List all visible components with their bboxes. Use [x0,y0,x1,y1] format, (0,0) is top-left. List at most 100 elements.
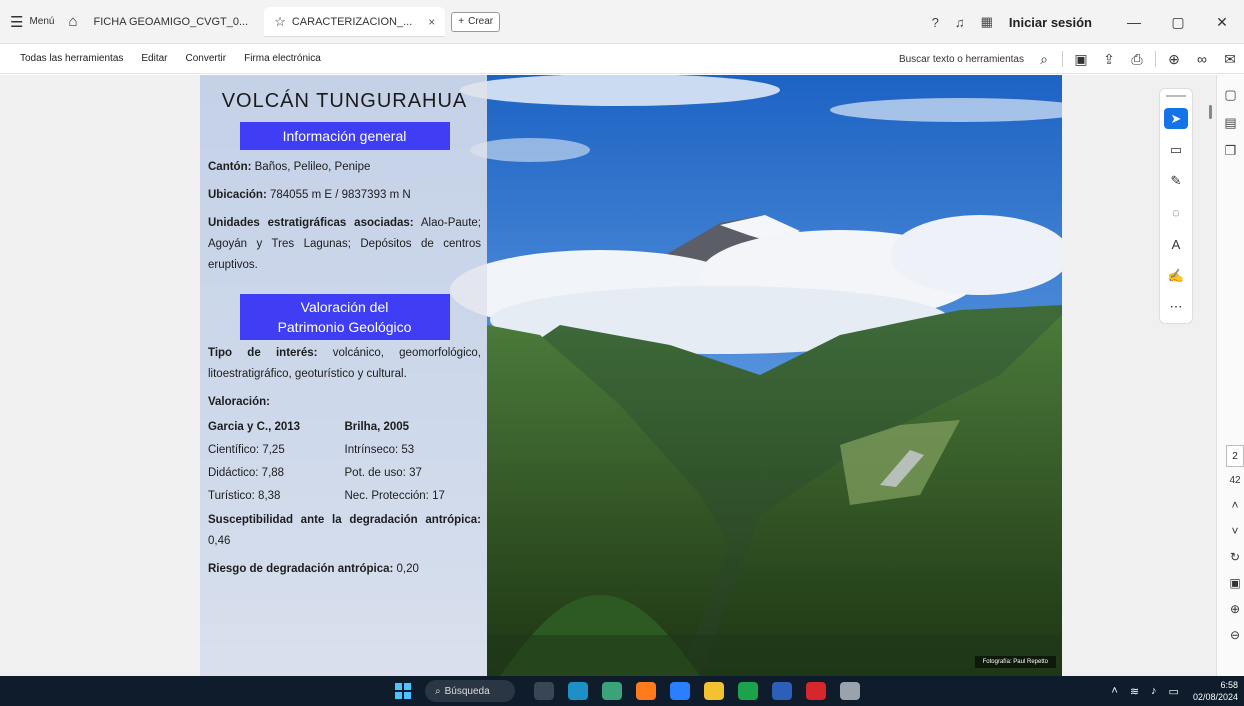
select-cursor-icon[interactable]: ➤ [1164,107,1188,130]
brilha-pot-uso: Pot. de uso: 37 [344,467,422,479]
clock-date: 02/08/2024 [1192,692,1238,702]
susceptibilidad-label: Susceptibilidad ante la degradación antr… [208,514,481,526]
tab-label: CARACTERIZACION_... [291,15,413,28]
document-page: VOLCÁN TUNGURAHUA Información general Ca… [200,75,1062,676]
chevron-up-icon[interactable]: ˄ [1231,498,1238,512]
canton-label: Cantón: [208,161,252,173]
document-title: VOLCÁN TUNGURAHUA [221,90,468,112]
comments-panel-icon[interactable]: ▢ [1224,87,1236,105]
susceptibilidad-value: 0,46 [208,535,231,547]
palette-handle[interactable] [1166,95,1186,97]
search-tools[interactable]: Buscar texto o herramientas [899,54,1024,65]
taskbar-app-icon[interactable] [568,682,588,700]
valoracion-label: Valoración: [208,396,270,408]
taskbar-search-label: Búsqueda [444,685,490,697]
susceptibilidad-row: Susceptibilidad ante la degradación antr… [208,510,481,552]
help-icon[interactable]: ? [932,15,939,30]
taskbar: ⌕ Búsqueda ˄ ≋ ♪ ▭ 6:58 02/08/2024 [0,676,1244,706]
pen-icon[interactable]: ✎ [1164,171,1188,192]
comment-icon[interactable]: ▭ [1164,139,1188,160]
hamburger-icon: ☰ [10,13,24,31]
section-valoracion-line1: Valoración del [300,299,389,315]
taskbar-app-icon[interactable] [704,682,724,700]
home-icon[interactable]: ⌂ [68,13,77,30]
maximize-icon[interactable]: ▢ [1156,14,1200,31]
volume-icon[interactable]: ♪ [1151,685,1157,697]
chevron-up-icon[interactable]: ˄ [1111,685,1117,697]
mail-icon[interactable]: ✉ [1216,51,1244,68]
tool-convert[interactable]: Convertir [186,53,227,64]
sign-icon[interactable]: ✍ [1164,265,1188,286]
upload-icon[interactable]: ⇪ [1095,51,1123,68]
taskbar-app-icon[interactable] [670,682,690,700]
tipo-label: Tipo de interés: [208,347,318,359]
start-button[interactable] [395,683,411,699]
brilha-header: Brilha, 2005 [344,421,410,433]
menu-label: Menú [29,16,55,27]
apps-grid-icon[interactable]: ▦ [981,14,993,30]
save-icon[interactable]: ▣ [1067,51,1095,68]
tool-sign[interactable]: Firma electrónica [244,53,321,64]
signin-button[interactable]: Iniciar sesión [1009,15,1092,30]
current-page-field[interactable]: 2 [1226,445,1244,467]
zoom-in-icon[interactable]: ⊕ [1230,602,1240,616]
bookmarks-icon[interactable]: ▤ [1224,115,1236,133]
chevron-down-icon[interactable]: ˅ [1231,524,1238,538]
taskbar-app-icon[interactable] [772,682,792,700]
taskbar-app-icon[interactable] [534,682,554,700]
scrollbar-thumb[interactable] [1209,105,1212,119]
divider [1062,51,1063,67]
garcia-header: Garcia y C., 2013 [208,421,301,433]
refresh-icon[interactable]: ↻ [1230,550,1240,564]
taskbar-app-icon[interactable] [806,682,826,700]
zoom-out-icon[interactable]: ⊖ [1230,628,1240,642]
lasso-icon[interactable]: ◌ [1164,202,1188,223]
menu-button[interactable]: ☰ Menú [10,13,54,31]
canton-row: Cantón: Baños, Pelileo, Penipe [208,157,481,178]
tipo-row: Tipo de interés: volcánico, geomorfológi… [208,343,481,385]
star-icon[interactable]: ☆ [274,14,286,30]
document-workspace: VOLCÁN TUNGURAHUA Información general Ca… [0,75,1244,676]
tab-caracterizacion[interactable]: ☆ CARACTERIZACION_... × [264,6,446,37]
taskbar-app-icon[interactable] [602,682,622,700]
tool-all[interactable]: Todas las herramientas [20,53,123,64]
close-tab-icon[interactable]: × [428,15,435,29]
tab-ficha[interactable]: FICHA GEOAMIGO_CVGT_0... [84,7,259,37]
taskbar-app-icon[interactable] [636,682,656,700]
toolbar: Todas las herramientas Editar Convertir … [0,44,1244,74]
clock[interactable]: 6:58 02/08/2024 [1193,679,1238,703]
battery-icon[interactable]: ▭ [1169,685,1179,698]
section-valoracion-line2: Patrimonio Geológico [277,319,412,335]
garcia-column: Garcia y C., 2013 Científico: 7,25 Didác… [208,415,345,507]
wifi-icon[interactable]: ≋ [1130,685,1139,698]
divider [1155,51,1156,67]
pages-icon[interactable]: ❐ [1225,143,1237,161]
unidades-label: Unidades estratigráficas asociadas: [208,217,414,229]
close-window-icon[interactable]: ✕ [1200,14,1244,31]
text-box-icon[interactable]: A [1164,234,1188,255]
riesgo-label: Riesgo de degradación antrópica: [208,563,394,575]
canton-value: Baños, Pelileo, Penipe [254,161,371,173]
search-icon[interactable]: ⌕ [1030,51,1058,68]
taskbar-app-icon[interactable] [840,682,860,700]
unidades-row: Unidades estratigráficas asociadas: Alao… [208,213,481,276]
taskbar-search[interactable]: ⌕ Búsqueda [425,680,515,702]
tool-edit[interactable]: Editar [141,53,167,64]
brilha-nec-proteccion: Nec. Protección: 17 [344,490,445,502]
print-icon[interactable]: ⎙ [1123,51,1151,68]
link-icon[interactable]: ∞ [1188,51,1216,67]
annotation-palette: ➤ ▭ ✎ ◌ A ✍ ⋯ [1159,88,1193,324]
page-fit-icon[interactable]: ▣ [1229,576,1240,590]
garcia-turistico: Turístico: 8,38 [208,490,281,502]
minimize-icon[interactable]: — [1112,14,1156,30]
ubicacion-row: Ubicación: 784055 m E / 9837393 m N [208,185,481,206]
more-icon[interactable]: ⋯ [1164,297,1188,318]
ai-assistant-icon[interactable]: ⊕ [1160,51,1188,68]
bell-icon[interactable]: ♫ [955,15,965,30]
ubicacion-label: Ubicación: [208,189,267,201]
valoracion-row: Valoración: [208,392,481,413]
taskbar-app-icon[interactable] [738,682,758,700]
brilha-column: Brilha, 2005 Intrínseco: 53 Pot. de uso:… [345,415,482,507]
photo-credit: Fotografía: Paul Repetto [974,656,1056,668]
create-button[interactable]: + Crear [451,11,501,32]
